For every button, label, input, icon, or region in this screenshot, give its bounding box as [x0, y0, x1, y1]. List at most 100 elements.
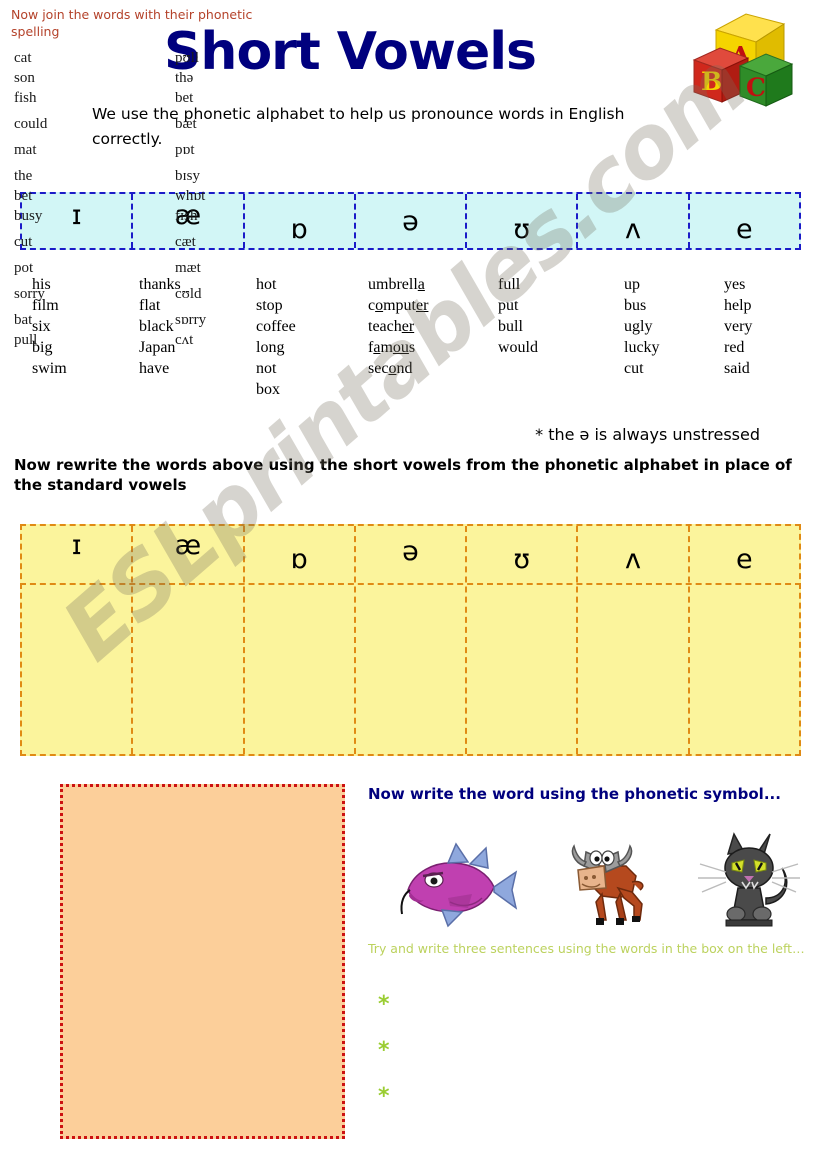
word-item: coffee	[256, 318, 296, 335]
match-item[interactable]: bɪsy	[175, 166, 206, 186]
word-item: red	[724, 339, 745, 356]
word-item: have	[139, 360, 170, 377]
matching-instruction: Now join the words with their phonetic s…	[11, 7, 253, 39]
sentence-bullet-2: *	[378, 1038, 390, 1063]
matching-phonetic-column: pʊll thə bet bæt pɒt bɪsy whɒt fɪsh cæt mæt cʊld sɒ…	[175, 48, 206, 350]
svg-text:B: B	[701, 67, 722, 96]
word-item: full	[498, 276, 521, 293]
match-item[interactable]: thə	[175, 68, 206, 88]
match-item[interactable]: pɒt	[175, 140, 206, 160]
answer-cell-schwa[interactable]: ə	[356, 526, 468, 754]
match-item[interactable]: mæt	[175, 258, 206, 278]
match-item[interactable]: sɒrry	[175, 310, 206, 330]
match-item[interactable]: cut	[14, 232, 47, 252]
word-item: would	[498, 339, 538, 356]
svg-text:C: C	[746, 73, 766, 102]
worksheet-page: Short Vowels A B C We use the phonetic a…	[0, 0, 821, 1169]
word-item: teacher	[368, 318, 415, 335]
word-column-open-o: hot stop coffee long not box	[256, 274, 296, 400]
answer-table[interactable]: ɪ æ ɒ ə ʊ ʌ e	[20, 524, 801, 756]
answer-cell-open-o[interactable]: ɒ	[245, 526, 356, 754]
match-item[interactable]: sorry	[14, 284, 47, 304]
word-item: not	[256, 360, 277, 377]
match-item[interactable]: fish	[14, 88, 47, 108]
picture-task-instruction: Now write the word using the phonetic sy…	[368, 785, 781, 803]
match-item[interactable]: bat	[14, 310, 47, 330]
word-column-e: yes help very red said	[724, 274, 752, 379]
word-item: yes	[724, 276, 746, 293]
word-item: computer	[368, 297, 429, 314]
word-column-schwa: umbrella computer teacher famous second	[368, 274, 428, 379]
match-item[interactable]: whɒt	[175, 186, 206, 206]
word-column-upsilon: full put bull would	[498, 274, 538, 358]
answer-symbol-ae: æ	[174, 530, 202, 561]
match-item[interactable]: bet	[14, 186, 47, 206]
answer-symbol-upsilon: ʊ	[513, 544, 531, 575]
answer-cell-i[interactable]: ɪ	[22, 526, 134, 754]
match-item[interactable]: cʌt	[175, 330, 206, 350]
answer-cell-ae[interactable]: æ	[133, 526, 245, 754]
symbol-cell-7: e	[690, 194, 799, 248]
symbol-schwa: ə	[402, 206, 419, 237]
match-item[interactable]: pot	[14, 258, 47, 278]
answer-cell-wedge[interactable]: ʌ	[578, 526, 690, 754]
sentence-task-instruction: Try and write three sentences using the …	[368, 941, 805, 956]
answer-table-header-rule	[20, 583, 801, 585]
symbol-cell-6: ʌ	[578, 194, 690, 248]
answer-symbol-schwa: ə	[402, 536, 419, 567]
word-list-grid: his film six big swim thanks flat black Japan ha…	[24, 274, 804, 414]
word-item: bull	[498, 318, 523, 335]
schwa-note: * the ə is always unstressed	[535, 425, 760, 444]
answer-symbol-open-o: ɒ	[290, 544, 308, 575]
word-item: ugly	[624, 318, 653, 335]
symbol-e: e	[736, 214, 753, 245]
match-item[interactable]: bæt	[175, 114, 206, 134]
answer-symbol-i: ɪ	[71, 530, 82, 561]
match-item[interactable]: son	[14, 68, 47, 88]
word-item: very	[724, 318, 753, 335]
match-item[interactable]: cæt	[175, 232, 206, 252]
match-item[interactable]: fɪsh	[175, 206, 206, 226]
answer-symbol-wedge: ʌ	[625, 544, 642, 575]
symbol-cell-5: ʊ	[467, 194, 579, 248]
match-item[interactable]: pʊll	[175, 48, 206, 68]
word-item: bus	[624, 297, 647, 314]
sentence-bullet-1: *	[378, 992, 390, 1017]
bull-icon	[540, 832, 680, 937]
word-item: famous	[368, 339, 416, 356]
symbol-open-o: ɒ	[290, 214, 308, 245]
cat-icon	[682, 832, 821, 937]
answer-cell-upsilon[interactable]: ʊ	[467, 526, 579, 754]
fish-icon	[390, 832, 530, 937]
matching-words-column: cat son fish could mat the bet busy cut pot sorry b…	[14, 48, 47, 350]
word-item: long	[256, 339, 285, 356]
match-item[interactable]: pull	[14, 330, 47, 350]
word-item: swim	[32, 360, 67, 377]
match-item[interactable]: bet	[175, 88, 206, 108]
rewrite-note: Now rewrite the words above using the sh…	[14, 456, 792, 494]
match-item[interactable]: busy	[14, 206, 47, 226]
word-item: cut	[624, 360, 644, 377]
word-item: box	[256, 381, 280, 398]
phonetic-symbol-strip: ɪ æ ɒ ə ʊ ʌ e	[20, 192, 801, 250]
symbol-upsilon: ʊ	[513, 214, 531, 245]
match-item[interactable]: the	[14, 166, 47, 186]
intro-text: We use the phonetic alphabet to help us …	[92, 105, 625, 148]
matching-exercise-box[interactable]	[60, 784, 345, 1139]
word-item: second	[368, 360, 413, 377]
symbol-cell-4: ə	[356, 194, 468, 248]
picture-row	[372, 832, 812, 937]
word-item: help	[724, 297, 752, 314]
symbol-cell-3: ɒ	[245, 194, 356, 248]
answer-cell-e[interactable]: e	[690, 526, 799, 754]
match-item[interactable]: cʊld	[175, 284, 206, 304]
answer-symbol-e: e	[736, 544, 753, 575]
match-item[interactable]: cat	[14, 48, 47, 68]
word-item: up	[624, 276, 640, 293]
word-item: put	[498, 297, 519, 314]
match-item[interactable]: mat	[14, 140, 47, 160]
match-item[interactable]: could	[14, 114, 47, 134]
word-item: umbrella	[368, 276, 425, 293]
word-item: lucky	[624, 339, 660, 356]
symbol-wedge: ʌ	[625, 214, 642, 245]
